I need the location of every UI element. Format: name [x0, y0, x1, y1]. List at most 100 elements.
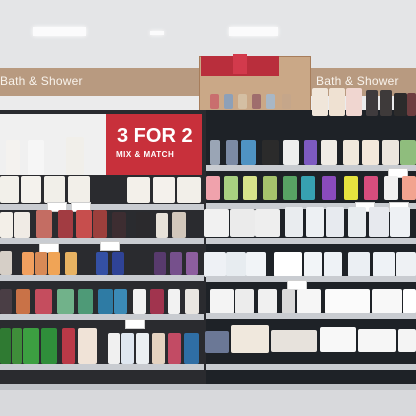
ceiling-light [33, 27, 86, 36]
product-bottle [304, 252, 322, 277]
product-bottle [348, 252, 370, 277]
gift-item [238, 94, 247, 109]
product-bottle [226, 252, 246, 277]
product-tub [258, 289, 277, 314]
product-bottle [14, 212, 30, 238]
product-bottle [62, 328, 75, 364]
product-bottle [285, 207, 303, 237]
product-bottle [262, 140, 279, 165]
product-bottle [186, 252, 198, 275]
product-bottle [153, 177, 175, 203]
product-bottle [16, 289, 30, 314]
gift-item [252, 94, 261, 109]
product-bottle [114, 289, 127, 314]
product-box [403, 289, 416, 314]
shelf-edge [0, 364, 204, 370]
product-bottle [98, 289, 113, 314]
top-shelf-bottle [366, 90, 378, 116]
gift-item [282, 94, 291, 109]
product-bottle [156, 213, 168, 238]
product-bottle [78, 289, 93, 314]
shelf-edge [206, 238, 416, 244]
product-bottle [112, 252, 124, 275]
product-bottle [96, 252, 108, 275]
poster-product-bottle [28, 140, 44, 175]
product-bottle [301, 176, 315, 200]
shelf-edge [206, 165, 416, 171]
poster-product-bottle [6, 140, 20, 175]
product-bottle [170, 252, 182, 275]
product-bottle [230, 209, 255, 237]
product-bottle [36, 210, 52, 238]
product-bottle [384, 176, 398, 200]
gift-item [210, 94, 219, 109]
product-bottle [390, 207, 410, 237]
product-bottle [255, 209, 280, 237]
product-box [372, 289, 402, 314]
product-bottle [283, 176, 297, 200]
department-sign-right: Bath & Shower [316, 74, 399, 88]
shelf-edge [206, 276, 416, 282]
store-shelf-scene: Bath & Shower Bath & Shower 3 FOR 2 MIX … [0, 0, 416, 416]
product-bottle [400, 140, 416, 165]
product-bottle [362, 140, 379, 165]
product-bottle [224, 176, 238, 200]
product-bottle [364, 176, 378, 200]
product-tub [235, 289, 254, 314]
product-gift-box [398, 329, 416, 352]
product-bottle [76, 210, 92, 238]
product-bottle [324, 252, 342, 277]
product-bottle [348, 207, 366, 237]
product-bottle [283, 140, 299, 165]
product-bottle [396, 252, 416, 277]
product-bottle [121, 333, 134, 364]
product-bottle [263, 176, 277, 200]
product-bottle [35, 289, 52, 314]
top-shelf-bottle [407, 93, 416, 116]
product-bottle [0, 289, 12, 314]
product-bottle [306, 207, 324, 237]
product-bottle [326, 207, 344, 237]
top-shelf-bottle [329, 88, 345, 116]
product-box [325, 289, 370, 314]
product-bottle [0, 212, 13, 238]
price-tag [125, 319, 145, 329]
department-sign-left: Bath & Shower [0, 74, 83, 88]
product-bottle [373, 252, 395, 277]
product-bottle [0, 328, 11, 364]
product-bottle [274, 252, 302, 277]
poster-product-bottle [66, 137, 84, 175]
shelf-edge [0, 314, 204, 320]
product-tub [297, 289, 321, 314]
product-bottle [184, 333, 199, 364]
product-bottle [150, 289, 164, 314]
product-bottle [12, 328, 22, 364]
product-bottle [343, 140, 359, 165]
product-bottle [204, 252, 226, 277]
price-tag [100, 241, 120, 251]
product-bottle [48, 252, 60, 275]
product-bottle [0, 176, 19, 203]
product-bottle [65, 252, 77, 275]
product-bottle [136, 333, 149, 364]
product-bottle [402, 176, 416, 200]
product-bottle [304, 140, 317, 165]
product-bottle [241, 140, 256, 165]
product-bottle [68, 176, 90, 203]
ceiling-light [150, 31, 164, 35]
product-bottle [127, 177, 150, 203]
product-gift-box [358, 329, 396, 352]
product-bottle [58, 210, 73, 238]
product-bottle [168, 333, 181, 364]
product-bottle [210, 140, 220, 165]
product-bottle [204, 209, 229, 237]
product-bottle [21, 176, 41, 203]
product-gift-box [271, 330, 317, 352]
product-bottle [185, 289, 199, 314]
product-tub [282, 289, 295, 314]
gift-item [266, 94, 275, 109]
product-bottle [152, 333, 165, 364]
product-bottle [23, 328, 39, 364]
product-bottle [172, 212, 186, 238]
product-gift-box [320, 327, 356, 352]
